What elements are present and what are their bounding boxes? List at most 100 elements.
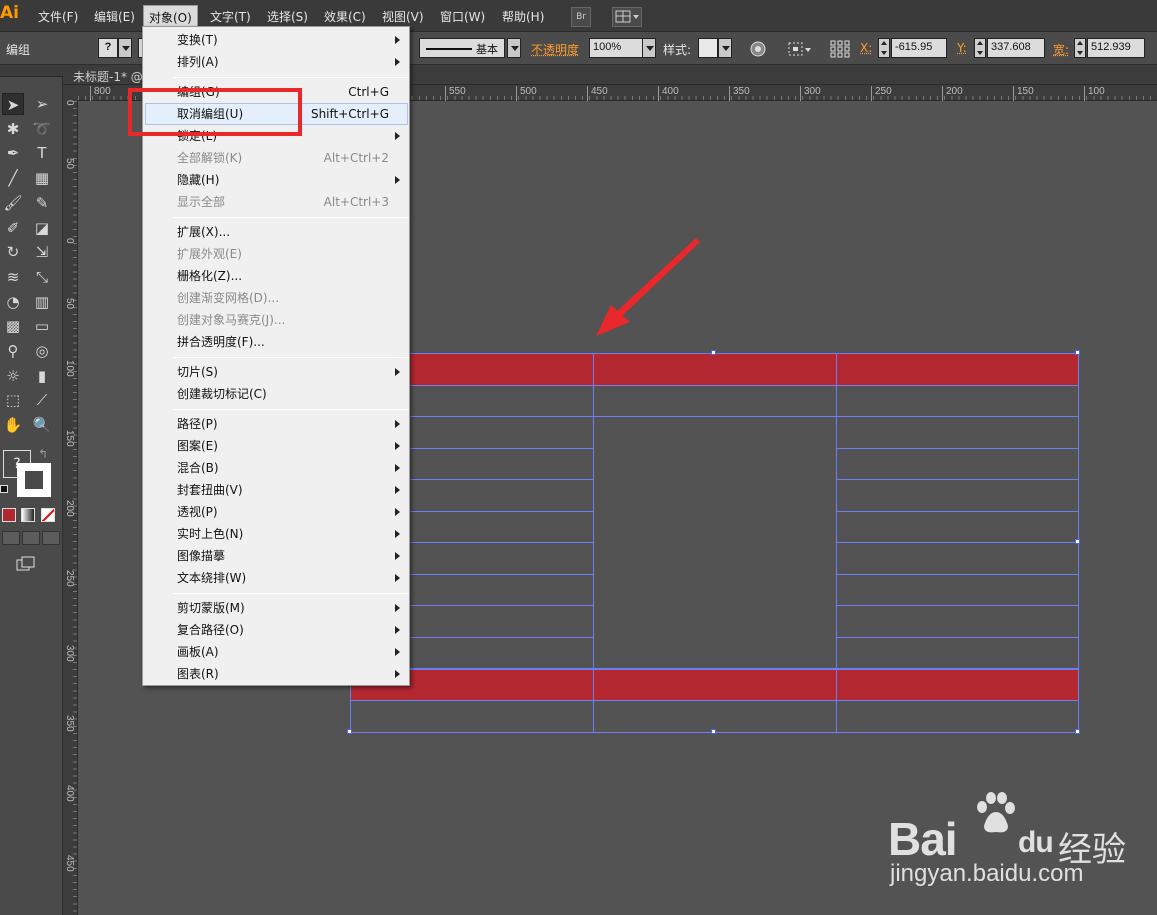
menu-object[interactable]: 对象(O) xyxy=(143,5,198,27)
draw-inside-icon[interactable] xyxy=(42,531,60,545)
bounding-box-handle[interactable] xyxy=(347,728,352,734)
menu-item[interactable]: 栅格化(Z)... xyxy=(177,265,242,287)
center-block[interactable] xyxy=(593,416,837,670)
stroke-style-dropdown-icon[interactable] xyxy=(507,38,521,58)
scale-tool-icon[interactable]: ⇲ xyxy=(31,241,53,263)
menu-item[interactable]: 图像描摹 xyxy=(177,545,225,567)
toolbox-grip[interactable] xyxy=(0,65,63,77)
menu-item[interactable]: 排列(A) xyxy=(177,51,219,73)
menu-item[interactable]: 扩展(X)... xyxy=(177,221,230,243)
artboard-tool-icon[interactable]: ⬚ xyxy=(2,389,24,411)
menu-item[interactable]: 混合(B) xyxy=(177,457,219,479)
perspective-grid-tool-icon[interactable]: ▥ xyxy=(31,291,53,313)
pen-tool-icon[interactable]: ✒ xyxy=(2,142,24,164)
bounding-box-handle[interactable] xyxy=(711,350,716,355)
gradient-tool-icon[interactable]: ▭ xyxy=(31,315,53,337)
menu-item[interactable]: 路径(P) xyxy=(177,413,218,435)
grid-cell[interactable] xyxy=(836,510,1079,544)
grid-cell[interactable] xyxy=(350,700,594,733)
grid-cell[interactable] xyxy=(836,479,1079,512)
menu-item[interactable]: 文本绕排(W) xyxy=(177,567,246,589)
red-band-cell[interactable] xyxy=(836,353,1079,386)
red-band-cell[interactable] xyxy=(836,668,1079,702)
grid-cell[interactable] xyxy=(836,636,1079,670)
menu-edit[interactable]: 编辑(E) xyxy=(94,8,135,26)
grid-cell[interactable] xyxy=(836,700,1079,733)
grid-cell[interactable] xyxy=(836,447,1079,481)
arrange-documents-icon[interactable] xyxy=(612,7,642,27)
stroke-box[interactable] xyxy=(17,463,51,497)
draw-normal-icon[interactable] xyxy=(2,531,20,545)
opacity-field[interactable]: 100% xyxy=(589,38,643,58)
menu-item[interactable]: 图案(E) xyxy=(177,435,218,457)
grid-cell[interactable] xyxy=(836,542,1079,575)
menu-item[interactable]: 剪切蒙版(M) xyxy=(177,597,245,619)
menu-item[interactable]: 实时上色(N) xyxy=(177,523,243,545)
eyedropper-tool-icon[interactable]: ⚲ xyxy=(2,340,24,362)
direct-selection-tool-icon[interactable]: ➢ xyxy=(31,93,53,115)
bounding-box-handle[interactable] xyxy=(1075,539,1080,545)
color-mode-button[interactable] xyxy=(2,508,16,522)
grid-cell[interactable] xyxy=(836,384,1079,418)
opacity-dropdown-icon[interactable] xyxy=(642,38,656,58)
y-label[interactable]: Y: xyxy=(957,41,967,55)
menu-item[interactable]: 画板(A) xyxy=(177,641,219,663)
red-band-cell[interactable] xyxy=(593,668,837,702)
red-band-cell[interactable] xyxy=(593,353,837,386)
menu-item[interactable]: 隐藏(H) xyxy=(177,169,219,191)
selection-tool-icon[interactable]: ➤ xyxy=(2,93,24,115)
paintbrush-tool-icon[interactable]: 🖌 xyxy=(2,192,24,214)
grid-cell[interactable] xyxy=(836,416,1079,449)
style-dropdown-icon[interactable] xyxy=(718,38,732,58)
magic-wand-tool-icon[interactable]: ✱ xyxy=(2,118,24,140)
swap-fill-stroke-icon[interactable]: ↰ xyxy=(38,447,48,461)
shape-builder-tool-icon[interactable]: ◔ xyxy=(2,291,24,313)
screen-mode-icon[interactable] xyxy=(16,556,36,572)
menu-view[interactable]: 视图(V) xyxy=(382,8,424,26)
bridge-button[interactable]: Br xyxy=(571,7,591,27)
warp-tool-icon[interactable]: ≋ xyxy=(2,266,24,288)
menu-item[interactable]: 创建裁切标记(C) xyxy=(177,383,267,405)
fill-dropdown-icon[interactable] xyxy=(118,38,132,58)
menu-item[interactable]: 变换(T) xyxy=(177,29,218,51)
eraser-tool-icon[interactable]: ◪ xyxy=(31,217,53,239)
x-label[interactable]: X: xyxy=(860,41,872,55)
ruler-origin[interactable] xyxy=(63,85,78,101)
bounding-box-handle[interactable] xyxy=(711,728,716,734)
menu-select[interactable]: 选择(S) xyxy=(267,8,308,26)
column-graph-tool-icon[interactable]: ▮ xyxy=(31,365,53,387)
rectangle-tool-icon[interactable]: ▦ xyxy=(31,167,53,189)
menu-item[interactable]: 封套扭曲(V) xyxy=(177,479,243,501)
x-field[interactable]: -615.95 xyxy=(891,38,947,58)
blob-brush-tool-icon[interactable]: ✐ xyxy=(2,217,24,239)
grid-cell[interactable] xyxy=(836,605,1079,638)
none-mode-button[interactable] xyxy=(41,508,55,522)
menu-item[interactable]: 切片(S) xyxy=(177,361,218,383)
type-tool-icon[interactable]: T xyxy=(31,142,53,164)
menu-type[interactable]: 文字(T) xyxy=(210,8,251,26)
document-tab[interactable]: 未标题-1* @ xyxy=(73,68,143,85)
free-transform-tool-icon[interactable]: ⤡ xyxy=(31,266,53,288)
bounding-box-handle[interactable] xyxy=(1075,728,1080,734)
graphic-style-swatch[interactable] xyxy=(698,38,718,58)
menu-window[interactable]: 窗口(W) xyxy=(440,8,485,26)
grid-cell[interactable] xyxy=(836,573,1079,607)
zoom-tool-icon[interactable]: 🔍 xyxy=(31,414,53,436)
menu-file[interactable]: 文件(F) xyxy=(38,8,78,26)
fill-color-swatch[interactable]: ? xyxy=(98,38,118,58)
rotate-tool-icon[interactable]: ↻ xyxy=(2,241,24,263)
default-fill-stroke-icon[interactable] xyxy=(0,485,8,493)
width-field[interactable]: 512.939 xyxy=(1087,38,1145,58)
menu-help[interactable]: 帮助(H) xyxy=(502,8,544,26)
gradient-mode-button[interactable] xyxy=(21,508,35,522)
mesh-tool-icon[interactable]: ▩ xyxy=(2,315,24,337)
menu-item[interactable]: 复合路径(O) xyxy=(177,619,244,641)
width-label[interactable]: 宽: xyxy=(1053,41,1069,58)
x-stepper-icon[interactable] xyxy=(878,38,890,58)
hand-tool-icon[interactable]: ✋ xyxy=(2,414,24,436)
line-tool-icon[interactable]: ╱ xyxy=(2,167,24,189)
stroke-style-picker[interactable]: 基本 xyxy=(419,38,505,58)
blend-tool-icon[interactable]: ◎ xyxy=(31,340,53,362)
symbol-sprayer-tool-icon[interactable]: ☼ xyxy=(2,365,24,387)
align-to-selection-icon[interactable] xyxy=(787,40,813,61)
